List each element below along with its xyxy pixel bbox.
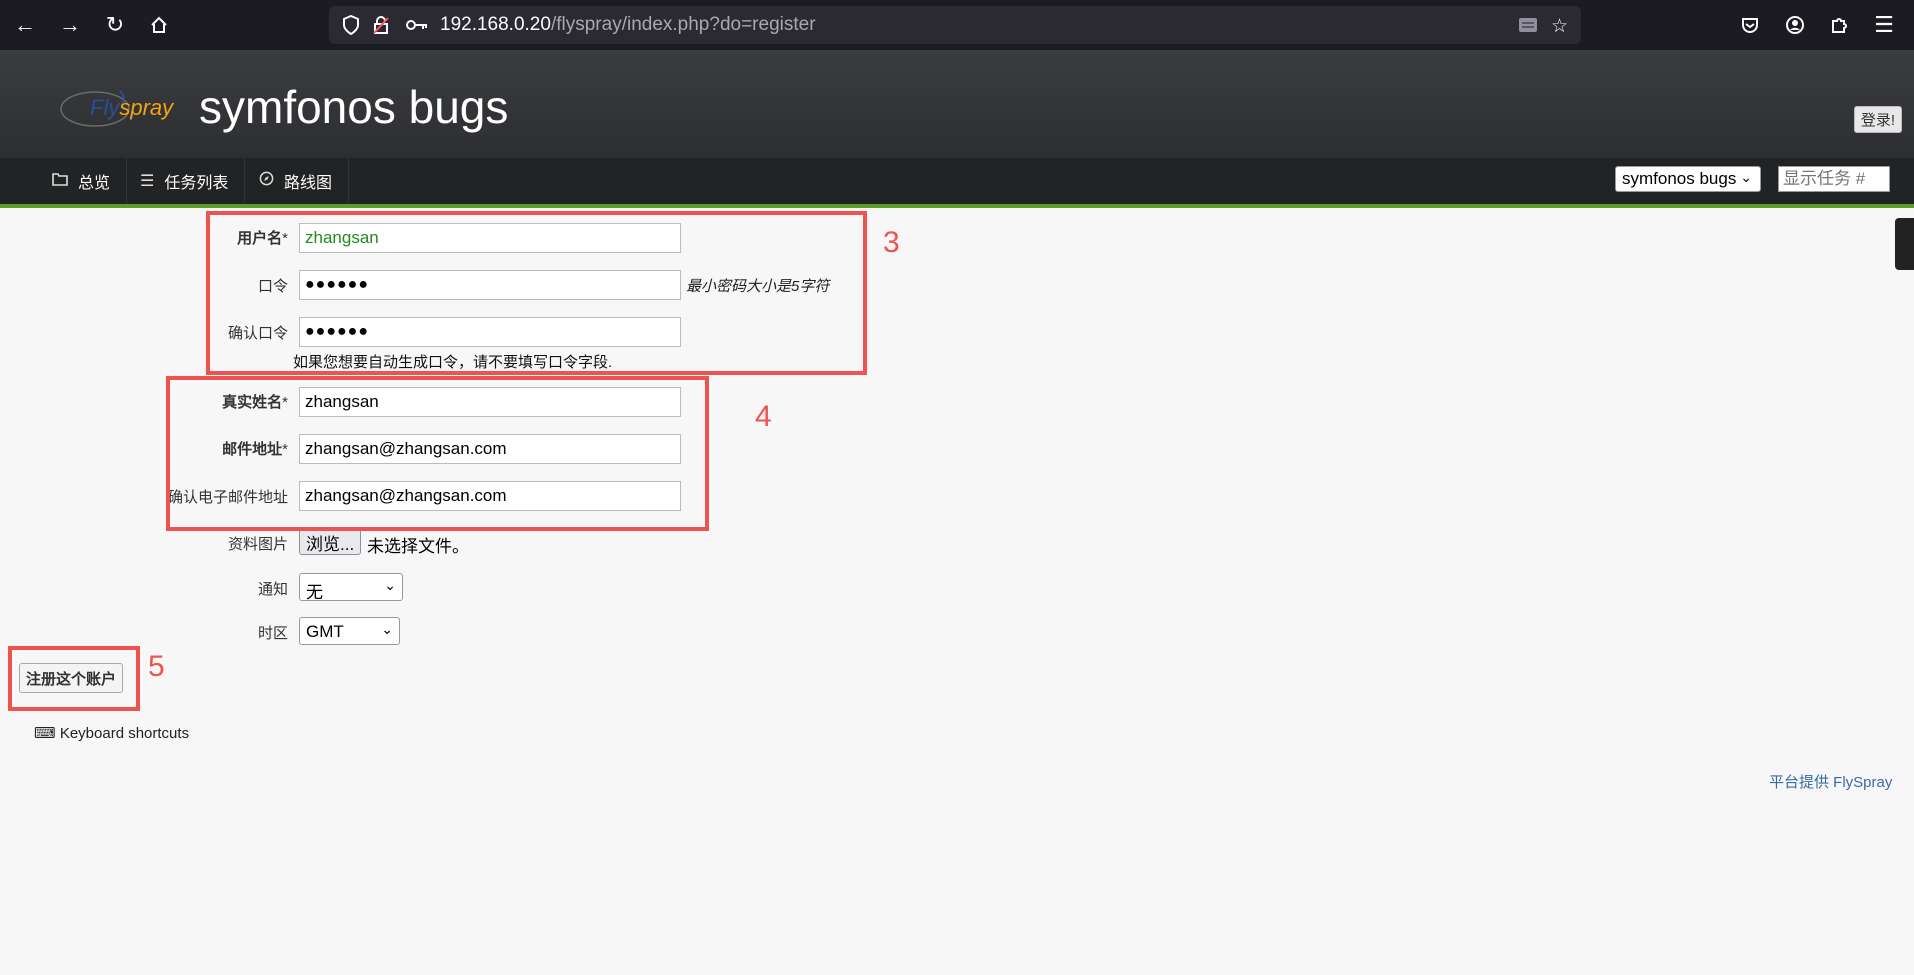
menu-roadmap[interactable]: 路线图: [243, 158, 350, 204]
folder-icon: [52, 172, 68, 191]
logo-text: Flyspray: [90, 95, 174, 120]
key-icon[interactable]: [405, 15, 429, 41]
home-icon[interactable]: [144, 10, 174, 40]
bookmark-star-icon[interactable]: ☆: [1551, 15, 1568, 38]
chevron-down-icon: ⌄: [1740, 169, 1752, 185]
menu-overview-label: 总览: [78, 175, 111, 192]
insecure-lock-icon[interactable]: [372, 15, 390, 41]
timezone-select-value: GMT: [306, 622, 344, 641]
list-icon: ☰: [140, 173, 155, 190]
notify-select-value: 无: [306, 583, 323, 602]
project-select-value: symfonos bugs: [1622, 169, 1737, 188]
pocket-icon[interactable]: [1735, 10, 1765, 40]
menu-task-list-label: 任务列表: [164, 175, 229, 192]
shield-icon[interactable]: [342, 14, 360, 41]
url-text: 192.168.0.20/flyspray/index.php?do=regis…: [440, 14, 816, 35]
site-header: Flyspray symfonos bugs 登录!: [0, 50, 1914, 160]
annotation-box-3: [206, 211, 867, 375]
task-id-search-input[interactable]: [1778, 166, 1890, 192]
timezone-select[interactable]: GMT ⌄: [299, 617, 400, 645]
annotation-label-3: 3: [883, 226, 900, 259]
chevron-down-icon: ⌄: [381, 621, 393, 637]
annotation-label-4: 4: [755, 400, 772, 433]
compass-icon: [259, 171, 274, 191]
address-bar[interactable]: 192.168.0.20/flyspray/index.php?do=regis…: [329, 6, 1581, 44]
account-icon[interactable]: [1780, 10, 1810, 40]
notify-select[interactable]: 无 ⌄: [299, 573, 403, 602]
extensions-icon[interactable]: [1824, 10, 1854, 40]
browser-toolbar: ← → ↻ 192.168.0.20/flyspray/index.php?do…: [0, 0, 1914, 50]
forward-icon[interactable]: →: [55, 10, 85, 40]
profile-image-label: 资料图片: [227, 536, 288, 553]
login-button[interactable]: 登录!: [1853, 106, 1902, 133]
browse-button[interactable]: 浏览...: [299, 529, 362, 555]
annotation-box-4: [166, 376, 709, 531]
annotation-box-5: [8, 646, 140, 711]
timezone-label: 时区: [257, 625, 288, 642]
keyboard-icon: ⌨: [34, 725, 56, 742]
menu-overview[interactable]: 总览: [36, 158, 128, 204]
menu-task-list[interactable]: ☰ 任务列表: [124, 158, 246, 204]
site-title[interactable]: symfonos bugs: [199, 80, 508, 134]
menu-roadmap-label: 路线图: [284, 175, 333, 192]
notify-label: 通知: [257, 581, 288, 598]
chevron-down-icon: ⌄: [384, 577, 396, 593]
reader-view-icon[interactable]: [1517, 15, 1539, 41]
powered-by-flyspray-link[interactable]: 平台提供 FlySpray: [1769, 771, 1892, 792]
side-panel-tab[interactable]: [1895, 218, 1914, 270]
annotation-label-5: 5: [148, 650, 165, 683]
hamburger-menu-icon[interactable]: ☰: [1869, 10, 1899, 40]
keyboard-shortcuts-link[interactable]: ⌨ Keyboard shortcuts: [34, 724, 189, 742]
file-status-text: 未选择文件。: [367, 537, 469, 556]
flyspray-logo[interactable]: Flyspray: [60, 83, 175, 133]
back-icon[interactable]: ←: [10, 10, 40, 40]
project-select[interactable]: symfonos bugs ⌄: [1615, 166, 1761, 192]
reload-icon[interactable]: ↻: [100, 10, 130, 40]
